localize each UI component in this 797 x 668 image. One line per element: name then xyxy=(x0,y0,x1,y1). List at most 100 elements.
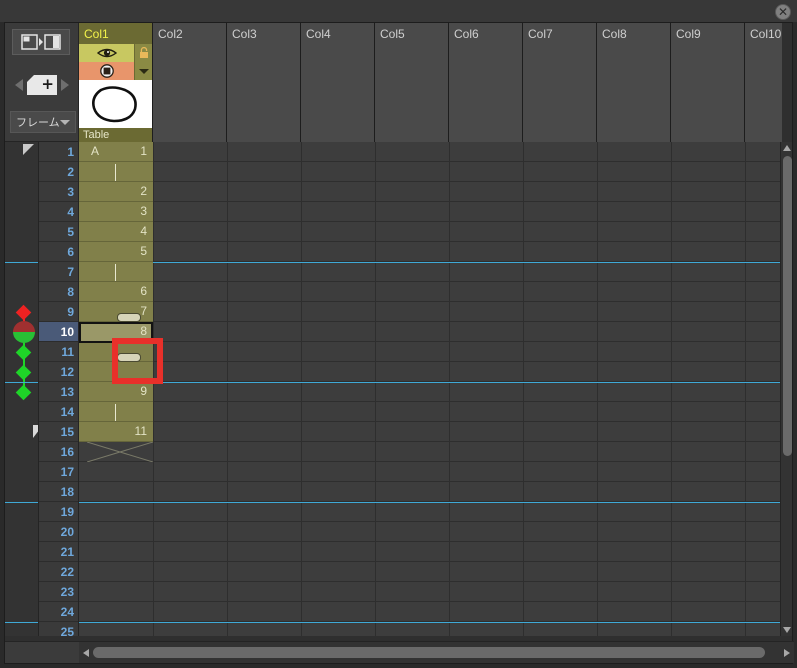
column-menu-button[interactable] xyxy=(134,62,152,80)
grid-row[interactable] xyxy=(79,242,782,262)
scroll-up-arrow-icon[interactable] xyxy=(783,145,791,151)
cell-col1-frame-6[interactable]: 5 xyxy=(79,242,153,262)
frame-number-11[interactable]: 11 xyxy=(39,342,78,362)
frame-number-7[interactable]: 7 xyxy=(39,262,78,282)
eye-visible-icon[interactable] xyxy=(79,44,134,62)
cell-col1-frame-15[interactable]: 11 xyxy=(79,422,153,442)
grid-row[interactable] xyxy=(79,562,782,582)
cell-drag-handle[interactable] xyxy=(117,353,141,362)
cell-col1-frame-9[interactable]: 7 xyxy=(79,302,153,322)
column-header-col5[interactable]: Col5 xyxy=(375,23,449,142)
frame-number-16[interactable]: 16 xyxy=(39,442,78,462)
new-frame-plus-icon[interactable]: + xyxy=(27,75,57,95)
frame-number-14[interactable]: 14 xyxy=(39,402,78,422)
column-header-col6[interactable]: Col6 xyxy=(449,23,523,142)
grid-row[interactable] xyxy=(79,142,782,162)
prev-arrow-icon[interactable] xyxy=(15,79,23,91)
cell-col1-frame-1[interactable]: A1 xyxy=(79,142,153,162)
grid-row[interactable] xyxy=(79,582,782,602)
grid-row[interactable] xyxy=(79,522,782,542)
cell-col1-frame-3[interactable]: 2 xyxy=(79,182,153,202)
cell-col1-frame-10[interactable]: 8 xyxy=(79,322,153,343)
grid-row[interactable] xyxy=(79,402,782,422)
frame-number-2[interactable]: 2 xyxy=(39,162,78,182)
cell-col1-frame-14[interactable] xyxy=(79,402,153,422)
frame-number-10[interactable]: 10 xyxy=(39,322,78,342)
grid-row[interactable] xyxy=(79,282,782,302)
horizontal-scrollbar[interactable] xyxy=(79,641,794,663)
column-header-col7[interactable]: Col7 xyxy=(523,23,597,142)
close-icon[interactable]: ✕ xyxy=(775,4,791,20)
scroll-down-arrow-icon[interactable] xyxy=(783,627,791,633)
column-header-col2[interactable]: Col2 xyxy=(153,23,227,142)
frame-number-13[interactable]: 13 xyxy=(39,382,78,402)
keyframe-marker-green[interactable] xyxy=(15,364,32,381)
keyframe-marker-green[interactable] xyxy=(15,384,32,401)
cell-col1-frame-7[interactable] xyxy=(79,262,153,282)
grid-row[interactable] xyxy=(79,602,782,622)
frame-number-20[interactable]: 20 xyxy=(39,522,78,542)
keyframe-playhead-marker[interactable] xyxy=(13,321,35,343)
frame-number-6[interactable]: 6 xyxy=(39,242,78,262)
grid-row[interactable] xyxy=(79,462,782,482)
keyframe-marker-green[interactable] xyxy=(15,344,32,361)
lock-icon[interactable] xyxy=(134,44,152,62)
vertical-scroll-thumb[interactable] xyxy=(783,156,792,456)
frame-number-8[interactable]: 8 xyxy=(39,282,78,302)
cell-col1-frame-2[interactable] xyxy=(79,162,153,182)
grid-row[interactable] xyxy=(79,442,782,462)
scroll-left-arrow-icon[interactable] xyxy=(83,649,89,657)
render-toggle-icon[interactable] xyxy=(79,62,134,80)
column-header-col1[interactable]: Col1 Table xyxy=(79,23,153,142)
scroll-right-arrow-icon[interactable] xyxy=(784,649,790,657)
frame-number-21[interactable]: 21 xyxy=(39,542,78,562)
column-header-col3[interactable]: Col3 xyxy=(227,23,301,142)
frame-number-1[interactable]: 1 xyxy=(39,142,78,162)
vertical-scrollbar[interactable] xyxy=(780,142,792,636)
column-thumbnail[interactable] xyxy=(79,80,152,128)
grid-row[interactable] xyxy=(79,222,782,242)
frame-number-22[interactable]: 22 xyxy=(39,562,78,582)
frame-number-3[interactable]: 3 xyxy=(39,182,78,202)
frame-number-18[interactable]: 18 xyxy=(39,482,78,502)
frame-number-5[interactable]: 5 xyxy=(39,222,78,242)
keyframe-marker-column[interactable] xyxy=(5,142,39,636)
cell-drag-handle[interactable] xyxy=(117,313,141,322)
column-header-col8[interactable]: Col8 xyxy=(597,23,671,142)
grid-row[interactable] xyxy=(79,382,782,402)
grid-row[interactable] xyxy=(79,322,782,342)
frame-number-column[interactable]: 1 2 3 4 5 6 7 8 9 10 11 12 13 14 15 16 17 18 19 20 21 22 23 24 2… xyxy=(39,142,79,636)
grid-row[interactable] xyxy=(79,362,782,382)
keyframe-marker-red[interactable] xyxy=(15,304,32,321)
column-header-col10[interactable]: Col10 xyxy=(745,23,782,142)
frame-number-25[interactable]: 25 xyxy=(39,622,78,636)
cell-col1-frame-11[interactable] xyxy=(79,342,153,362)
grid-row[interactable] xyxy=(79,162,782,182)
grid-row[interactable] xyxy=(79,302,782,322)
panel-layout-toggle-icon[interactable] xyxy=(12,29,70,55)
grid-row[interactable] xyxy=(79,262,782,282)
frame-number-12[interactable]: 12 xyxy=(39,362,78,382)
frame-number-23[interactable]: 23 xyxy=(39,582,78,602)
grid-row[interactable] xyxy=(79,182,782,202)
frame-number-9[interactable]: 9 xyxy=(39,302,78,322)
frame-number-24[interactable]: 24 xyxy=(39,602,78,622)
cell-col1-frame-8[interactable]: 6 xyxy=(79,282,153,302)
cell-col1-frame-4[interactable]: 3 xyxy=(79,202,153,222)
frame-number-4[interactable]: 4 xyxy=(39,202,78,222)
xsheet-cell-grid[interactable]: A 1 2 3 4 5 6 7 8 9 11 xyxy=(79,142,782,636)
cell-col1-frame-13[interactable]: 9 xyxy=(79,382,153,402)
grid-row[interactable] xyxy=(79,542,782,562)
column-header-col4[interactable]: Col4 xyxy=(301,23,375,142)
grid-row[interactable] xyxy=(79,482,782,502)
frame-number-19[interactable]: 19 xyxy=(39,502,78,522)
column-header-col9[interactable]: Col9 xyxy=(671,23,745,142)
frame-number-17[interactable]: 17 xyxy=(39,462,78,482)
grid-row[interactable] xyxy=(79,622,782,636)
horizontal-scroll-thumb[interactable] xyxy=(93,647,765,658)
cell-col1-frame-12[interactable] xyxy=(79,362,153,382)
next-arrow-icon[interactable] xyxy=(61,79,69,91)
grid-row[interactable] xyxy=(79,422,782,442)
cell-col1-frame-5[interactable]: 4 xyxy=(79,222,153,242)
grid-row[interactable] xyxy=(79,202,782,222)
